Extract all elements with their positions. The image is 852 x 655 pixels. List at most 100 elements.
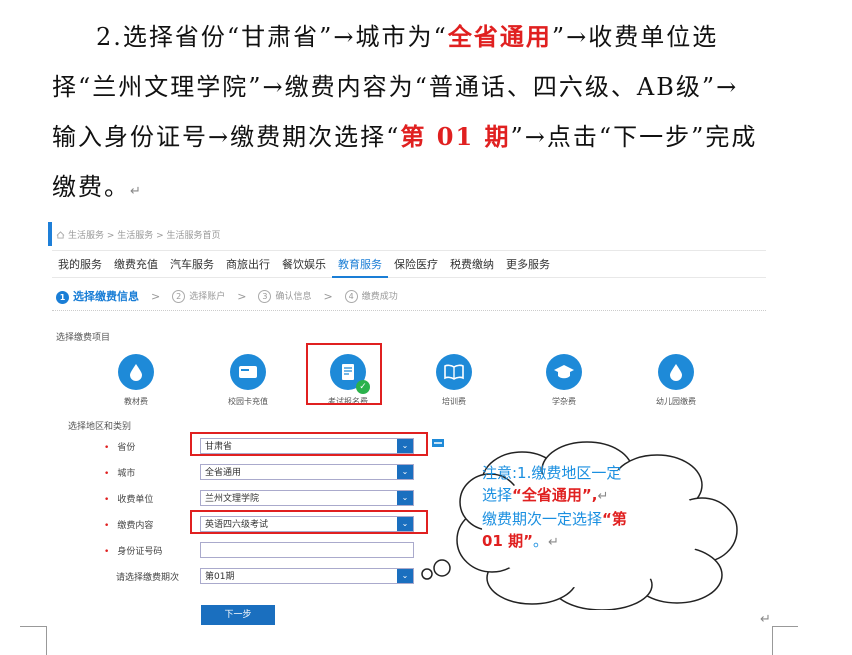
divider xyxy=(52,310,766,311)
paragraph-mark: ↵ xyxy=(130,184,143,199)
step-2: 2 选择账户 xyxy=(172,289,225,303)
city-select[interactable]: 全省通用 ⌄ xyxy=(200,464,414,480)
chevron-down-icon: ⌄ xyxy=(397,465,413,479)
id-number-input[interactable] xyxy=(200,542,414,558)
unit-label: 收费单位 xyxy=(117,495,154,505)
nav-item-payment[interactable]: 缴费充值 xyxy=(108,256,164,272)
highlight-text: 01 期” xyxy=(482,532,533,550)
city-label: 城市 xyxy=(117,469,136,479)
chevron-right-icon: > xyxy=(237,289,247,303)
callout-line-4: 01 期”。↵ xyxy=(482,530,712,554)
accent-bar xyxy=(48,222,52,246)
nav-item-my-services[interactable]: 我的服务 xyxy=(52,256,108,272)
drop-icon xyxy=(658,354,694,390)
nav-item-dining[interactable]: 餐饮娱乐 xyxy=(276,256,332,272)
nav-item-insurance[interactable]: 保险医疗 xyxy=(388,256,444,272)
item-label: 培训费 xyxy=(442,397,466,406)
callout-text: 注意:1.缴费地区一定 选择“全省通用”,↵ 缴费期次一定选择“第 01 期”。… xyxy=(482,462,712,554)
province-label: 省份 xyxy=(117,443,136,453)
row-id: • 身份证号码 xyxy=(104,547,163,557)
id-label: 身份证号码 xyxy=(117,547,163,557)
paragraph-line-4: 缴费。↵ xyxy=(52,162,812,212)
paragraph-line-2: 择“兰州文理学院”→缴费内容为“普通话、四六级、AB级”→ xyxy=(52,73,739,101)
crop-mark-right-v xyxy=(772,626,773,655)
unit-value: 兰州文理学院 xyxy=(205,494,260,504)
crop-mark-left-v xyxy=(46,626,47,655)
drop-icon xyxy=(118,354,154,390)
text-segment: 2.选择省份“甘肃省”→城市为“ xyxy=(96,23,448,51)
text-segment: 选择 xyxy=(482,486,513,504)
highlight-box-province xyxy=(190,432,428,456)
nav-item-education[interactable]: 教育服务 xyxy=(332,256,388,278)
step-label: 缴费成功 xyxy=(361,292,398,302)
item-training[interactable]: 培训费 xyxy=(414,354,494,407)
content-label: 缴费内容 xyxy=(117,521,154,531)
text-segment: 缴费。 xyxy=(52,173,130,201)
step-number: 1 xyxy=(56,291,69,304)
chevron-right-icon: > xyxy=(151,289,161,303)
row-period: 请选择缴费期次 xyxy=(116,570,179,583)
nav-item-travel[interactable]: 商旅出行 xyxy=(220,256,276,272)
paragraph-line-3: 输入身份证号→缴费期次选择“第 01 期”→点击“下一步”完成 xyxy=(52,112,812,162)
callout-line-1: 注意:1.缴费地区一定 xyxy=(482,464,622,482)
step-number: 3 xyxy=(258,290,272,303)
item-label: 学杂费 xyxy=(552,397,576,406)
text-segment: ”→点击“下一步”完成 xyxy=(510,123,758,151)
crop-mark-left-h xyxy=(20,626,46,627)
breadcrumb-text: 生活服务 > 生活服务 > 生活服务首页 xyxy=(68,231,221,241)
paragraph-mark: ↵ xyxy=(547,535,559,550)
item-kindergarten[interactable]: 幼儿园缴费 xyxy=(636,354,716,407)
item-campus-card[interactable]: 校园卡充值 xyxy=(208,354,288,407)
nav-item-car[interactable]: 汽车服务 xyxy=(164,256,220,272)
period-value: 第01期 xyxy=(205,572,235,582)
text-segment: 输入身份证号→缴费期次选择“ xyxy=(52,123,401,151)
step-label: 选择账户 xyxy=(189,292,226,302)
item-label: 校园卡充值 xyxy=(228,397,268,406)
row-content: • 缴费内容 xyxy=(104,521,154,531)
step-4: 4 缴费成功 xyxy=(344,289,398,303)
progress-steps: 1 选择缴费信息 > 2 选择账户 > 3 确认信息 > 4 缴费成功 xyxy=(56,288,398,304)
item-tuition[interactable]: 学杂费 xyxy=(524,354,604,407)
text-segment: ”→收费单位选 xyxy=(551,23,719,51)
highlight-text: 全省通用 xyxy=(447,22,552,51)
chevron-down-icon: ⌄ xyxy=(397,569,413,583)
highlight-text: 第 01 期 xyxy=(400,122,511,151)
step-number: 2 xyxy=(172,290,186,303)
section-label-region: 选择地区和类别 xyxy=(68,422,132,432)
step-number: 4 xyxy=(344,290,358,303)
breadcrumb: 生活服务 > 生活服务 > 生活服务首页 xyxy=(56,228,221,241)
payment-items: 教材费 校园卡充值 ✓ 考试报名费 培训费 学杂费 幼儿园缴费 xyxy=(96,354,716,414)
item-label: 幼儿园缴费 xyxy=(656,397,696,406)
item-label: 教材费 xyxy=(124,397,148,406)
city-value: 全省通用 xyxy=(205,468,242,478)
nav-item-more[interactable]: 更多服务 xyxy=(500,256,556,272)
row-unit: • 收费单位 xyxy=(104,495,154,505)
text-segment: 。 xyxy=(532,532,548,550)
highlight-text: “全省通用”, xyxy=(512,486,598,504)
step-label: 选择缴费信息 xyxy=(73,290,139,303)
instruction-paragraph: 2.选择省份“甘肃省”→城市为“全省通用”→收费单位选 择“兰州文理学院”→缴费… xyxy=(52,12,812,212)
highlight-box-content xyxy=(190,510,428,534)
crop-mark-right-h xyxy=(772,626,798,627)
period-label: 请选择缴费期次 xyxy=(116,573,180,583)
period-select[interactable]: 第01期 ⌄ xyxy=(200,568,414,584)
paragraph-line-1: 2.选择省份“甘肃省”→城市为“全省通用”→收费单位选 xyxy=(52,12,812,62)
unit-select[interactable]: 兰州文理学院 ⌄ xyxy=(200,490,414,506)
step-1: 1 选择缴费信息 xyxy=(56,288,139,304)
highlight-text: “第 xyxy=(602,510,627,528)
highlight-box-exam xyxy=(306,343,382,405)
nav-item-tax[interactable]: 税费缴纳 xyxy=(444,256,500,272)
row-province: • 省份 xyxy=(104,443,136,453)
next-step-button[interactable]: 下一步 xyxy=(201,605,275,625)
home-icon xyxy=(56,231,65,239)
card-icon xyxy=(230,354,266,390)
service-nav: 我的服务 缴费充值 汽车服务 商旅出行 餐饮娱乐 教育服务 保险医疗 税费缴纳 … xyxy=(52,250,766,278)
row-city: • 城市 xyxy=(104,469,136,479)
item-textbook[interactable]: 教材费 xyxy=(96,354,176,407)
callout-line-3: 缴费期次一定选择“第 xyxy=(482,508,712,530)
callout-line-2: 选择“全省通用”,↵ xyxy=(482,484,712,508)
step-3: 3 确认信息 xyxy=(258,289,311,303)
chevron-right-icon: > xyxy=(323,289,333,303)
book-icon xyxy=(436,354,472,390)
text-segment: 缴费期次一定选择 xyxy=(482,510,603,528)
